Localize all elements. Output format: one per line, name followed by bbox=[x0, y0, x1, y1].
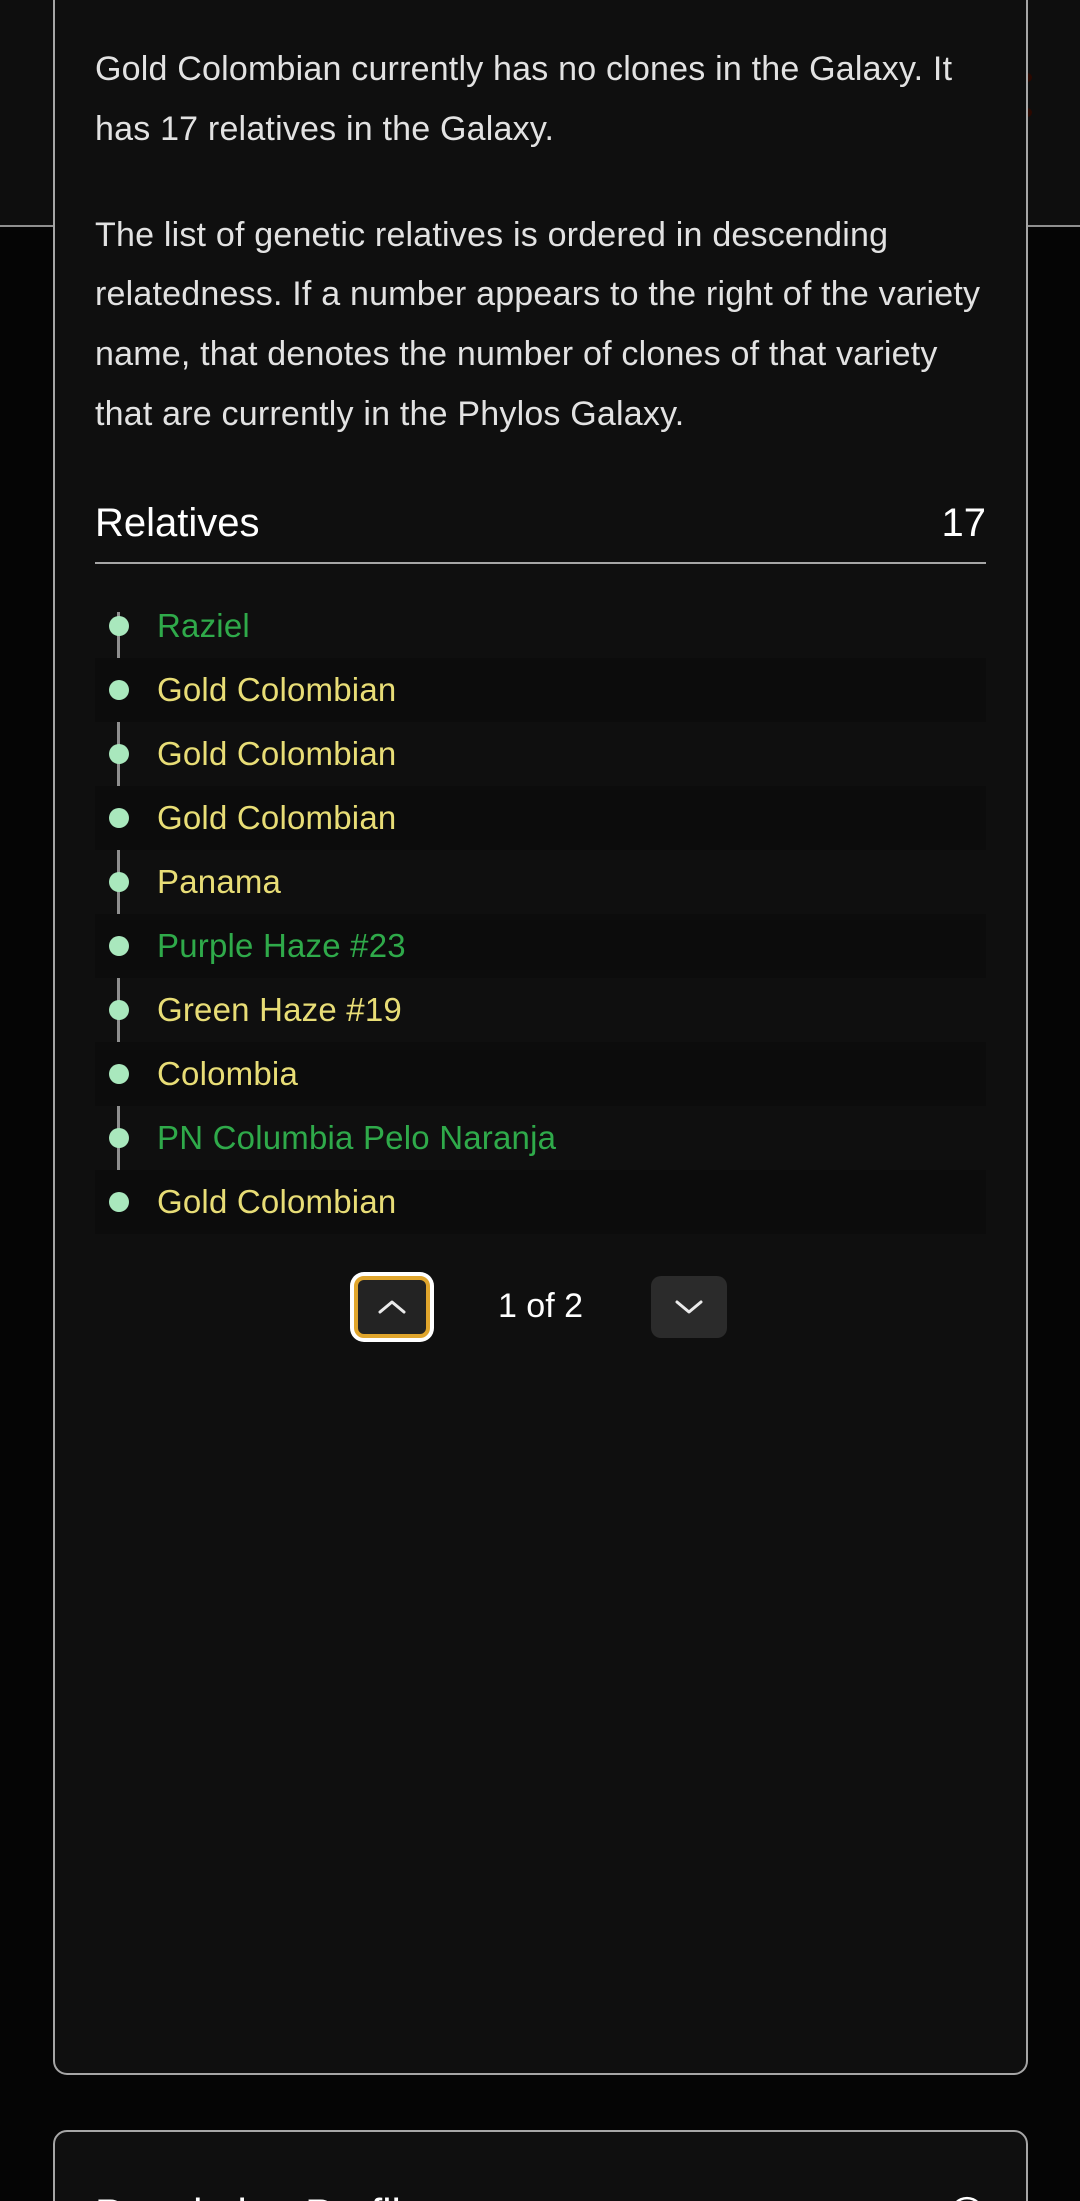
relatives-card: Gold Colombian currently has no clones i… bbox=[53, 0, 1028, 2075]
relative-row[interactable]: Purple Haze #23 bbox=[95, 913, 986, 978]
relative-name: Green Haze #19 bbox=[157, 990, 402, 1028]
relative-row[interactable]: Gold Colombian bbox=[95, 785, 986, 850]
relatives-explanation-text: The list of genetic relatives is ordered… bbox=[95, 215, 981, 434]
relative-dot-icon bbox=[109, 1063, 129, 1084]
relative-row[interactable]: Green Haze #19 bbox=[95, 978, 986, 1042]
relative-row[interactable]: Colombia bbox=[95, 1041, 986, 1106]
clones-summary-text: Gold Colombian currently has no clones i… bbox=[95, 50, 953, 148]
population-profile-title: Population Profile bbox=[95, 2190, 424, 2201]
relative-name: PN Columbia Pelo Naranja bbox=[157, 1118, 557, 1156]
relative-row[interactable]: Panama bbox=[95, 850, 986, 914]
app-root: phylos Gold Colombian currently has no c… bbox=[0, 0, 1080, 2201]
relative-name: Gold Colombian bbox=[157, 798, 397, 836]
pagination-next-button[interactable] bbox=[651, 1275, 728, 1338]
relative-dot-icon bbox=[109, 1191, 129, 1212]
info-circle-icon[interactable] bbox=[948, 2195, 986, 2201]
relatives-list: Raziel Gold Colombian Gold Colombian Gold C… bbox=[95, 594, 986, 1234]
relative-row[interactable]: PN Columbia Pelo Naranja bbox=[95, 1106, 986, 1170]
relative-name: Gold Colombian bbox=[157, 1182, 397, 1220]
relative-dot-icon bbox=[109, 1127, 129, 1148]
relative-name: Purple Haze #23 bbox=[157, 926, 406, 964]
relative-name: Raziel bbox=[157, 606, 250, 644]
relative-row[interactable]: Raziel bbox=[95, 594, 986, 658]
chevron-up-icon bbox=[378, 1300, 406, 1314]
relatives-count-badge: 17 bbox=[941, 500, 987, 545]
relative-dot-icon bbox=[109, 743, 129, 764]
relative-dot-icon bbox=[109, 935, 129, 956]
population-profile-card: Population Profile bbox=[53, 2130, 1028, 2201]
relative-name: Colombia bbox=[157, 1054, 298, 1092]
pagination-prev-button[interactable] bbox=[353, 1275, 430, 1338]
relative-row[interactable]: Gold Colombian bbox=[95, 657, 986, 722]
pagination-label: 1 of 2 bbox=[497, 1287, 584, 1326]
relative-name: Gold Colombian bbox=[157, 670, 397, 708]
relative-row[interactable]: Gold Colombian bbox=[95, 722, 986, 786]
relative-dot-icon bbox=[109, 807, 129, 828]
chevron-down-icon bbox=[675, 1300, 703, 1314]
relative-dot-icon bbox=[109, 871, 129, 892]
relative-dot-icon bbox=[109, 999, 129, 1020]
population-profile-header: Population Profile bbox=[55, 2132, 1026, 2201]
pagination-controls: 1 of 2 bbox=[95, 1275, 986, 1382]
relatives-header: Relatives 17 bbox=[95, 501, 986, 564]
relative-dot-icon bbox=[109, 615, 129, 636]
relative-row[interactable]: Gold Colombian bbox=[95, 1169, 986, 1234]
relative-dot-icon bbox=[109, 679, 129, 700]
relative-name: Panama bbox=[157, 862, 282, 900]
relative-name: Gold Colombian bbox=[157, 734, 397, 772]
relatives-title: Relatives bbox=[95, 500, 260, 545]
